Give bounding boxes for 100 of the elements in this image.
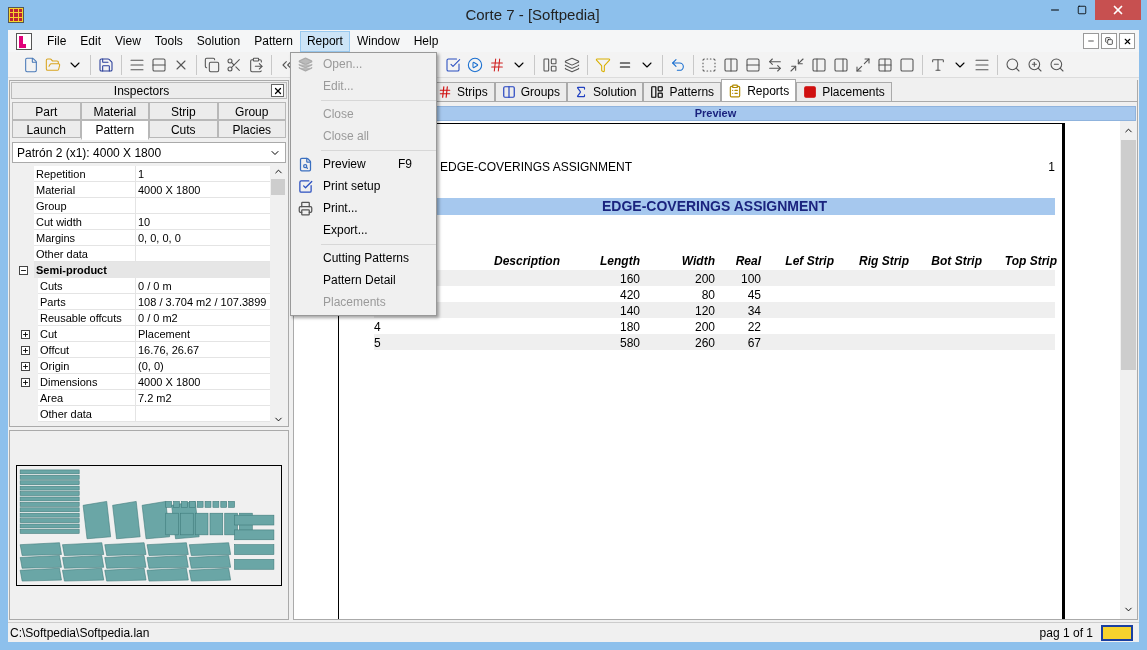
menu-option[interactable]: Export... bbox=[319, 221, 436, 239]
property-row[interactable]: Group bbox=[34, 198, 270, 214]
rows-icon[interactable] bbox=[151, 56, 167, 73]
property-row[interactable]: Area 7.2 m2 bbox=[38, 390, 270, 406]
pattern-dropdown[interactable]: Patrón 2 (x1): 4000 X 1800 bbox=[12, 142, 286, 163]
view-tab[interactable]: Groups bbox=[494, 82, 568, 101]
menu-item[interactable]: Report bbox=[299, 30, 350, 52]
placement-icon bbox=[803, 85, 818, 99]
menu-item[interactable]: Edit bbox=[73, 30, 109, 52]
inspector-tab[interactable]: Placies bbox=[217, 120, 286, 138]
menu-option[interactable]: Print... bbox=[319, 199, 436, 217]
property-name: Cut width bbox=[36, 216, 82, 228]
panel-right-icon[interactable] bbox=[833, 56, 849, 73]
swap-icon[interactable] bbox=[767, 56, 783, 73]
property-row[interactable]: Reusable offcuts 0 / 0 m2 bbox=[38, 310, 270, 326]
scrollbar[interactable] bbox=[1120, 121, 1137, 619]
table-cell: 80 bbox=[701, 288, 715, 302]
property-row[interactable]: Origin (0, 0) bbox=[38, 358, 270, 374]
menu-item[interactable]: Help bbox=[406, 30, 446, 52]
status-path: C:\Softpedia\Softpedia.lan bbox=[10, 624, 151, 642]
inspector-tab[interactable]: Material bbox=[80, 102, 149, 120]
inspector-tab[interactable]: Group bbox=[217, 102, 286, 120]
table-cell: 200 bbox=[694, 272, 715, 286]
menu-item[interactable]: Tools bbox=[147, 30, 190, 52]
property-row[interactable]: Other data bbox=[34, 246, 270, 262]
property-value: 4000 X 1800 bbox=[138, 376, 201, 388]
collapse-icon[interactable] bbox=[18, 265, 28, 275]
grid-icon[interactable] bbox=[877, 56, 893, 73]
menu-item[interactable]: Pattern bbox=[247, 30, 300, 52]
inspector-tab[interactable]: Part bbox=[12, 102, 81, 120]
copy-icon[interactable] bbox=[204, 56, 220, 73]
close-button[interactable] bbox=[271, 84, 284, 97]
shrink-icon[interactable] bbox=[789, 56, 805, 73]
menu-item[interactable]: Window bbox=[349, 30, 407, 52]
panel-left-icon[interactable] bbox=[811, 56, 827, 73]
menu-option[interactable]: Preview F9 bbox=[319, 155, 436, 173]
expand-icon[interactable] bbox=[855, 56, 871, 73]
cut-icon[interactable] bbox=[226, 56, 242, 73]
view-tab[interactable]: Reports bbox=[721, 79, 797, 101]
child-close-button[interactable] bbox=[1119, 33, 1135, 49]
property-value: 0 / 0 m2 bbox=[138, 312, 178, 324]
property-value: 7.2 m2 bbox=[138, 392, 172, 404]
property-row[interactable]: Parts 108 / 3.704 m2 / 107.3899 bbox=[38, 294, 270, 310]
expand-icon[interactable] bbox=[20, 361, 30, 371]
layers-icon[interactable] bbox=[564, 56, 580, 73]
font-icon[interactable] bbox=[930, 56, 946, 73]
paste-icon[interactable] bbox=[248, 56, 264, 73]
scroll-thumb[interactable] bbox=[271, 179, 285, 195]
inspector-tab[interactable]: Cuts bbox=[149, 120, 218, 138]
table-cell: 580 bbox=[619, 336, 640, 350]
child-restore-button[interactable] bbox=[1101, 33, 1117, 49]
table-cell: 160 bbox=[619, 272, 640, 286]
menu-item[interactable]: View bbox=[108, 30, 148, 52]
groups-icon bbox=[501, 85, 516, 99]
view-tab[interactable]: Patterns bbox=[643, 82, 722, 101]
columns-icon[interactable] bbox=[723, 56, 739, 73]
search-icon[interactable] bbox=[1005, 56, 1021, 73]
menu-item[interactable]: Solution bbox=[189, 30, 248, 52]
property-row[interactable]: Margins 0, 0, 0, 0 bbox=[34, 230, 270, 246]
property-row[interactable]: Material 4000 X 1800 bbox=[34, 182, 270, 198]
property-row[interactable]: Cut Placement bbox=[38, 326, 270, 342]
menu-option[interactable]: Cutting Patterns bbox=[319, 249, 436, 267]
inspector-tab[interactable]: Pattern bbox=[80, 120, 149, 140]
save-icon[interactable] bbox=[98, 56, 114, 73]
menu-option[interactable]: Pattern Detail bbox=[319, 271, 436, 289]
inspector-tab[interactable]: Strip bbox=[149, 102, 218, 120]
menu-item[interactable]: File bbox=[40, 30, 74, 52]
logo-icon bbox=[1101, 624, 1133, 641]
zoom-out-icon[interactable] bbox=[1049, 56, 1065, 73]
report-icon bbox=[728, 83, 743, 98]
child-minimize-button[interactable] bbox=[1083, 33, 1099, 49]
view-tab[interactable]: Solution bbox=[567, 82, 644, 101]
property-row[interactable]: Other data bbox=[38, 406, 270, 422]
scroll-thumb[interactable] bbox=[1121, 140, 1136, 370]
property-name: Repetition bbox=[36, 168, 86, 180]
expand-icon[interactable] bbox=[20, 345, 30, 355]
property-row[interactable]: Dimensions 4000 X 1800 bbox=[38, 374, 270, 390]
property-row[interactable]: Cut width 10 bbox=[34, 214, 270, 230]
table-cell: 180 bbox=[619, 320, 640, 334]
undo-icon[interactable] bbox=[670, 56, 686, 73]
property-row[interactable]: Cuts 0 / 0 m bbox=[38, 278, 270, 294]
new-file-icon[interactable] bbox=[23, 56, 39, 73]
play-icon[interactable] bbox=[467, 56, 483, 73]
property-value: 108 / 3.704 m2 / 107.3899 bbox=[138, 296, 267, 308]
property-name: Reusable offcuts bbox=[40, 312, 122, 324]
property-value: Placement bbox=[138, 328, 190, 340]
menu-option[interactable]: Print setup bbox=[319, 177, 436, 195]
property-row[interactable]: Offcut 16.76, 26.67 bbox=[38, 342, 270, 358]
layout-icon[interactable] bbox=[542, 56, 558, 73]
inspector-tab[interactable]: Launch bbox=[12, 120, 81, 138]
property-name: Cut bbox=[40, 328, 58, 340]
rows-icon[interactable] bbox=[745, 56, 761, 73]
view-tab[interactable]: Placements bbox=[796, 82, 892, 101]
zoom-in-icon[interactable] bbox=[1027, 56, 1043, 73]
property-name: Group bbox=[36, 200, 67, 212]
expand-icon[interactable] bbox=[20, 377, 30, 387]
property-row[interactable]: Repetition 1 bbox=[34, 166, 270, 182]
check-icon[interactable] bbox=[445, 56, 461, 73]
preview-icon bbox=[297, 156, 313, 172]
expand-icon[interactable] bbox=[20, 329, 30, 339]
